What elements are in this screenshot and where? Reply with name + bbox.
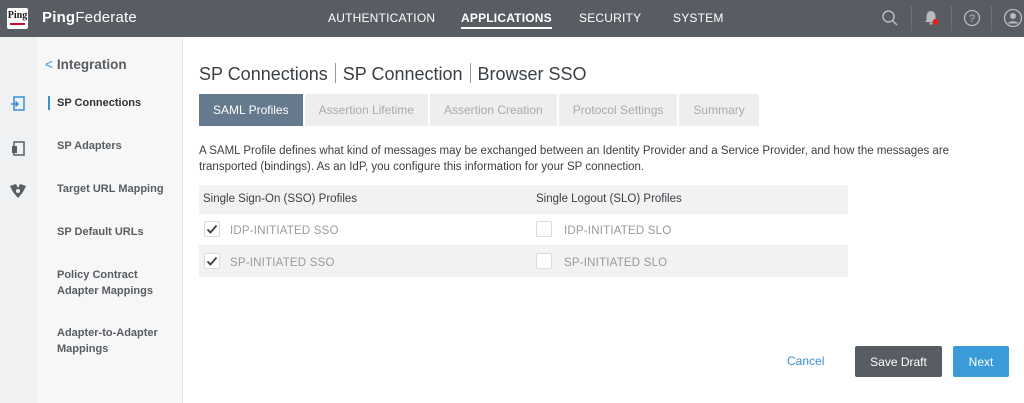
- table-row: IDP-INITIATED SSO IDP-INITIATED SLO: [199, 213, 848, 245]
- save-draft-button[interactable]: Save Draft: [855, 346, 942, 377]
- sidebar-item-adapter-to-adapter-mappings[interactable]: Adapter-to-Adapter Mappings: [57, 325, 167, 357]
- idp-initiated-sso-checkbox[interactable]: [204, 221, 220, 237]
- logo-text: Ping: [7, 10, 28, 21]
- breadcrumb-divider: [469, 63, 471, 83]
- nav-system[interactable]: SYSTEM: [673, 11, 724, 25]
- idp-initiated-slo-label: IDP-INITIATED SLO: [564, 225, 672, 237]
- sso-profiles-header: Single Sign-On (SSO) Profiles: [203, 193, 358, 205]
- sp-initiated-sso-label: SP-INITIATED SSO: [230, 257, 335, 269]
- user-icon[interactable]: [1001, 6, 1024, 30]
- breadcrumb-browser-sso: Browser SSO: [477, 64, 587, 84]
- svg-text:?: ?: [969, 13, 975, 25]
- idp-initiated-slo-checkbox[interactable]: [536, 221, 552, 237]
- idp-initiated-sso-label: IDP-INITIATED SSO: [230, 225, 339, 237]
- help-icon[interactable]: ?: [960, 6, 984, 30]
- toolbar-divider: [951, 6, 952, 31]
- sp-adapters-icon[interactable]: [7, 138, 29, 160]
- brand-name: PingFederate: [42, 9, 137, 26]
- tab-saml-profiles[interactable]: SAML Profiles: [199, 94, 303, 126]
- sidebar-item-sp-connections[interactable]: SP Connections: [48, 95, 181, 111]
- profiles-table: Single Sign-On (SSO) Profiles Single Log…: [199, 185, 848, 277]
- sp-initiated-sso-checkbox[interactable]: [204, 253, 220, 269]
- icon-rail: [0, 37, 37, 403]
- nav-authentication[interactable]: AUTHENTICATION: [328, 11, 435, 25]
- integration-side-menu: < Integration SP Connections SP Adapters …: [37, 37, 183, 403]
- sp-connections-icon[interactable]: [7, 93, 29, 115]
- page-title-breadcrumb: SP Connections SP Connection Browser SSO: [199, 63, 587, 85]
- table-row: SP-INITIATED SSO SP-INITIATED SLO: [199, 245, 848, 277]
- breadcrumb-sp-connections: SP Connections: [199, 64, 328, 84]
- sp-initiated-slo-label: SP-INITIATED SLO: [564, 257, 668, 269]
- tab-assertion-lifetime[interactable]: Assertion Lifetime: [304, 94, 428, 126]
- chevron-left-icon: <: [45, 57, 53, 72]
- profiles-table-header: Single Sign-On (SSO) Profiles Single Log…: [199, 185, 848, 213]
- sp-initiated-slo-checkbox[interactable]: [536, 253, 552, 269]
- notification-bell-icon[interactable]: [919, 6, 943, 30]
- nav-security[interactable]: SECURITY: [579, 11, 641, 25]
- sidebar-item-sp-default-urls[interactable]: SP Default URLs: [57, 224, 181, 240]
- toolbar-divider: [911, 6, 912, 31]
- tab-assertion-creation[interactable]: Assertion Creation: [429, 94, 557, 126]
- toolbar-divider: [991, 6, 992, 31]
- tab-summary[interactable]: Summary: [679, 94, 759, 126]
- cancel-button[interactable]: Cancel: [787, 354, 824, 368]
- ping-logo[interactable]: Ping: [7, 8, 28, 29]
- wizard-tabs: SAML Profiles Assertion Lifetime Asserti…: [199, 94, 761, 126]
- top-navigation-bar: Ping PingFederate AUTHENTICATION APPLICA…: [0, 0, 1024, 37]
- target-mapping-icon[interactable]: [7, 180, 29, 202]
- search-icon[interactable]: [878, 6, 902, 30]
- slo-profiles-header: Single Logout (SLO) Profiles: [536, 193, 682, 205]
- back-to-integration-link[interactable]: < Integration: [45, 57, 127, 72]
- nav-applications[interactable]: APPLICATIONS: [461, 11, 552, 29]
- breadcrumb-divider: [334, 63, 336, 83]
- sidebar-item-policy-contract-adapter-mappings[interactable]: Policy Contract Adapter Mappings: [57, 267, 167, 299]
- sidebar-item-target-url-mapping[interactable]: Target URL Mapping: [57, 181, 181, 197]
- saml-profile-description: A SAML Profile defines what kind of mess…: [199, 145, 950, 173]
- breadcrumb-sp-connection: SP Connection: [342, 64, 463, 84]
- next-button[interactable]: Next: [953, 346, 1009, 377]
- tab-protocol-settings[interactable]: Protocol Settings: [558, 94, 678, 126]
- sidebar-item-sp-adapters[interactable]: SP Adapters: [57, 138, 181, 154]
